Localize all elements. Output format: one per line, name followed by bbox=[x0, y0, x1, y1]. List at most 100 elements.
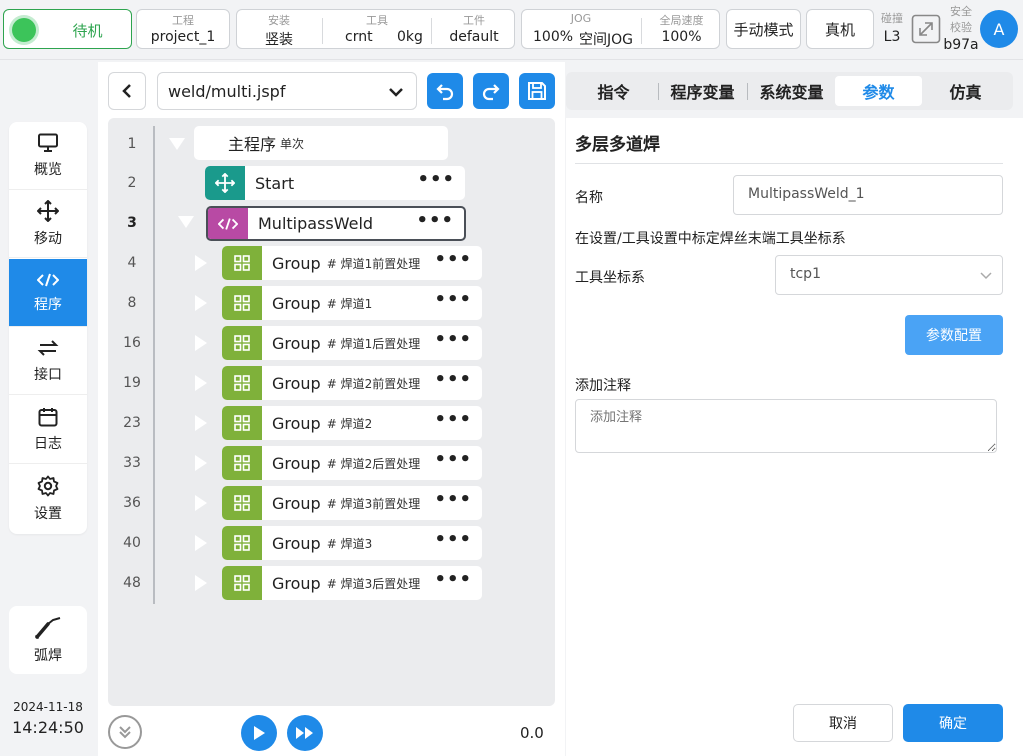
sidebar-item-move[interactable]: 移动 bbox=[9, 190, 87, 258]
name-input[interactable]: MultipassWeld_1 bbox=[733, 175, 1003, 215]
gear-icon bbox=[37, 475, 59, 497]
collision-level[interactable]: L3 bbox=[878, 29, 906, 45]
safety-checksum[interactable]: b97a bbox=[942, 37, 980, 53]
sidebar-item-settings[interactable]: 设置 bbox=[9, 465, 87, 533]
expand-toggle-icon[interactable] bbox=[195, 375, 207, 391]
jog-mode: 空间JOG bbox=[579, 32, 633, 48]
tree-node-multipass-weld[interactable]: MultipassWeld ••• bbox=[206, 206, 466, 241]
more-options-icon[interactable]: ••• bbox=[434, 451, 472, 469]
sidebar-item-label: 程序 bbox=[34, 296, 62, 313]
scroll-down-button[interactable] bbox=[108, 715, 142, 749]
group-node-icon bbox=[222, 446, 262, 480]
robot-status-indicator[interactable]: 待机 bbox=[3, 9, 132, 49]
tab-parameters[interactable]: 参数 bbox=[835, 76, 922, 106]
collapse-toggle-icon[interactable] bbox=[169, 138, 185, 150]
more-options-icon[interactable]: ••• bbox=[434, 571, 472, 589]
sidebar-item-program[interactable]: 程序 bbox=[9, 259, 87, 327]
parameter-config-button[interactable]: 参数配置 bbox=[905, 315, 1003, 355]
jog-speed: 100% bbox=[533, 29, 574, 45]
undo-button[interactable] bbox=[427, 73, 463, 109]
node-comment: # 焊道2后置处理 bbox=[326, 456, 421, 471]
more-options-icon[interactable]: ••• bbox=[434, 331, 472, 349]
move-node-icon bbox=[205, 166, 245, 200]
tab-system-variables[interactable]: 系统变量 bbox=[748, 76, 835, 106]
manual-mode-button[interactable]: 手动模式 bbox=[726, 9, 801, 49]
note-textarea[interactable] bbox=[575, 399, 997, 453]
play-icon bbox=[254, 726, 265, 740]
arc-weld-shortcut[interactable]: 弧焊 bbox=[9, 606, 87, 674]
tree-guide-line bbox=[153, 126, 155, 604]
tab-simulation[interactable]: 仿真 bbox=[922, 76, 1009, 106]
tab-program-variables[interactable]: 程序变量 bbox=[659, 76, 746, 106]
expand-toggle-icon[interactable] bbox=[195, 335, 207, 351]
expand-toggle-icon[interactable] bbox=[195, 495, 207, 511]
line-number: 3 bbox=[127, 215, 137, 231]
expand-toggle-icon[interactable] bbox=[195, 575, 207, 591]
node-comment: # 焊道3后置处理 bbox=[326, 576, 421, 591]
divider bbox=[575, 163, 1003, 164]
tree-node-start[interactable]: Start ••• bbox=[205, 166, 465, 200]
install-tool-workpiece-group[interactable]: 安装 竖装 工具 crnt 0kg 工件 default bbox=[236, 9, 515, 49]
tool-frame-label: 工具坐标系 bbox=[575, 270, 645, 286]
sidebar-item-log[interactable]: 日志 bbox=[9, 396, 87, 464]
user-avatar[interactable]: A bbox=[980, 10, 1018, 48]
tab-instructions[interactable]: 指令 bbox=[570, 76, 657, 106]
expand-toggle-icon[interactable] bbox=[195, 295, 207, 311]
chevron-down-icon bbox=[980, 272, 992, 280]
expand-toggle-icon[interactable] bbox=[195, 455, 207, 471]
cancel-button[interactable]: 取消 bbox=[793, 704, 893, 742]
file-select[interactable]: weld/multi.jspf bbox=[157, 72, 417, 110]
status-label: 待机 bbox=[72, 22, 103, 40]
expand-toggle-icon[interactable] bbox=[195, 415, 207, 431]
node-label: Group bbox=[272, 333, 321, 353]
fullscreen-icon[interactable] bbox=[911, 14, 941, 44]
name-label: 名称 bbox=[575, 190, 603, 206]
sidebar-item-interface[interactable]: 接口 bbox=[9, 327, 87, 395]
tree-node-group[interactable]: Group # 焊道1前置处理 ••• bbox=[222, 246, 482, 280]
real-machine-button[interactable]: 真机 bbox=[806, 9, 874, 49]
more-options-icon[interactable]: ••• bbox=[434, 291, 472, 309]
save-icon bbox=[528, 82, 546, 100]
more-options-icon[interactable]: ••• bbox=[434, 411, 472, 429]
more-options-icon[interactable]: ••• bbox=[417, 171, 455, 189]
line-number: 33 bbox=[123, 455, 141, 471]
tree-node-group[interactable]: Group # 焊道3后置处理 ••• bbox=[222, 566, 482, 600]
tree-node-group[interactable]: Group # 焊道2前置处理 ••• bbox=[222, 366, 482, 400]
tree-node-group[interactable]: Group # 焊道3 ••• bbox=[222, 526, 482, 560]
node-comment: # 焊道2前置处理 bbox=[326, 376, 421, 391]
play-button[interactable] bbox=[241, 715, 277, 751]
safety-caption-1: 安全 bbox=[950, 5, 972, 18]
back-button[interactable] bbox=[108, 72, 146, 110]
tree-node-group[interactable]: Group # 焊道2后置处理 ••• bbox=[222, 446, 482, 480]
tool-frame-select[interactable]: tcp1 bbox=[775, 255, 1003, 295]
redo-button[interactable] bbox=[473, 73, 509, 109]
more-options-icon[interactable]: ••• bbox=[434, 491, 472, 509]
project-selector[interactable]: 工程 project_1 bbox=[136, 9, 230, 49]
tree-node-group[interactable]: Group # 焊道3前置处理 ••• bbox=[222, 486, 482, 520]
tree-node-group[interactable]: Group # 焊道1后置处理 ••• bbox=[222, 326, 482, 360]
confirm-button[interactable]: 确定 bbox=[903, 704, 1003, 742]
sidebar-item-label: 接口 bbox=[34, 366, 62, 383]
jog-speed-group[interactable]: JOG 100% 空间JOG 全局速度 100% bbox=[521, 9, 720, 49]
move-icon bbox=[37, 199, 59, 222]
more-options-icon[interactable]: ••• bbox=[434, 371, 472, 389]
sidebar-item-label: 日志 bbox=[34, 435, 62, 452]
more-options-icon[interactable]: ••• bbox=[434, 251, 472, 269]
more-options-icon[interactable]: ••• bbox=[416, 212, 454, 230]
tree-node-group[interactable]: Group # 焊道1 ••• bbox=[222, 286, 482, 320]
collapse-toggle-icon[interactable] bbox=[178, 216, 194, 228]
sidebar-item-overview[interactable]: 概览 bbox=[9, 122, 87, 190]
save-button[interactable] bbox=[519, 73, 555, 109]
expand-toggle-icon[interactable] bbox=[195, 255, 207, 271]
node-label: Group bbox=[272, 533, 321, 553]
editor-tab-bar: 指令 程序变量 系统变量 参数 仿真 bbox=[566, 72, 1013, 110]
status-dot-icon bbox=[12, 18, 36, 42]
tree-node-main[interactable]: 主程序 单次 bbox=[194, 126, 448, 160]
playback-value: 0.0 bbox=[520, 724, 544, 742]
step-forward-button[interactable] bbox=[287, 715, 323, 751]
group-node-icon bbox=[222, 286, 262, 320]
more-options-icon[interactable]: ••• bbox=[434, 531, 472, 549]
group-node-icon bbox=[222, 406, 262, 440]
tree-node-group[interactable]: Group # 焊道2 ••• bbox=[222, 406, 482, 440]
expand-toggle-icon[interactable] bbox=[195, 535, 207, 551]
